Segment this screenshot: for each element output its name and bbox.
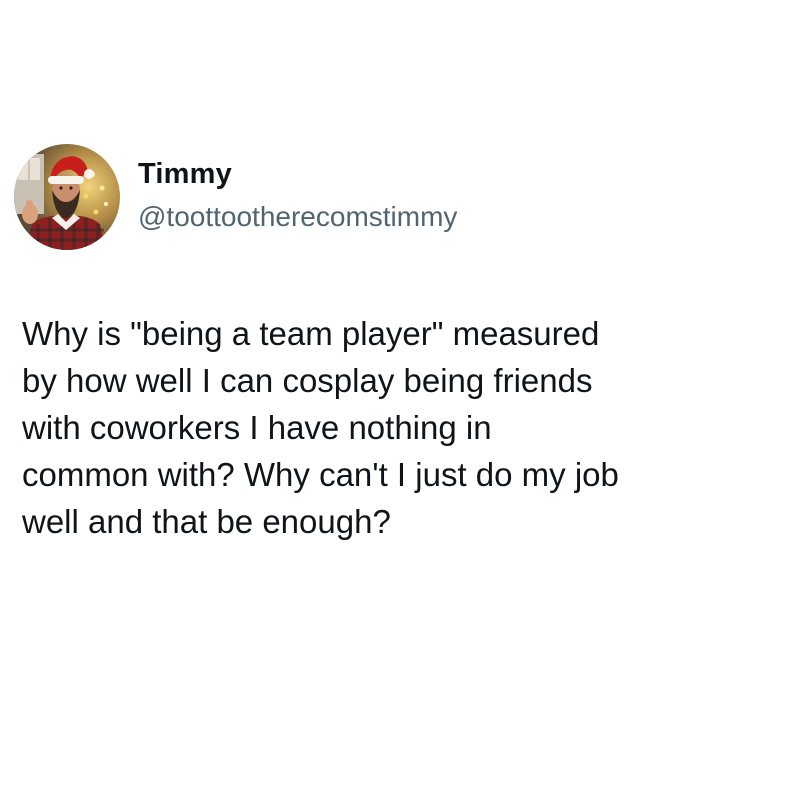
display-name[interactable]: Timmy [138, 156, 232, 192]
profile-photo-icon [14, 144, 120, 250]
tweet-text: Why is "being a team player" measured by… [22, 310, 792, 545]
tweet-text-line: with coworkers I have nothing in [22, 409, 492, 446]
avatar[interactable] [14, 144, 120, 250]
tweet-card: Timmy @toottootherecomstimmy Why is "bei… [0, 0, 800, 800]
tweet-text-line: common with? Why can't I just do my job [22, 456, 619, 493]
tweet-text-line: Why is "being a team player" measured [22, 315, 600, 352]
user-handle[interactable]: @toottootherecomstimmy [138, 199, 457, 235]
tweet-text-line: well and that be enough? [22, 503, 391, 540]
tweet-text-line: by how well I can cosplay being friends [22, 362, 593, 399]
